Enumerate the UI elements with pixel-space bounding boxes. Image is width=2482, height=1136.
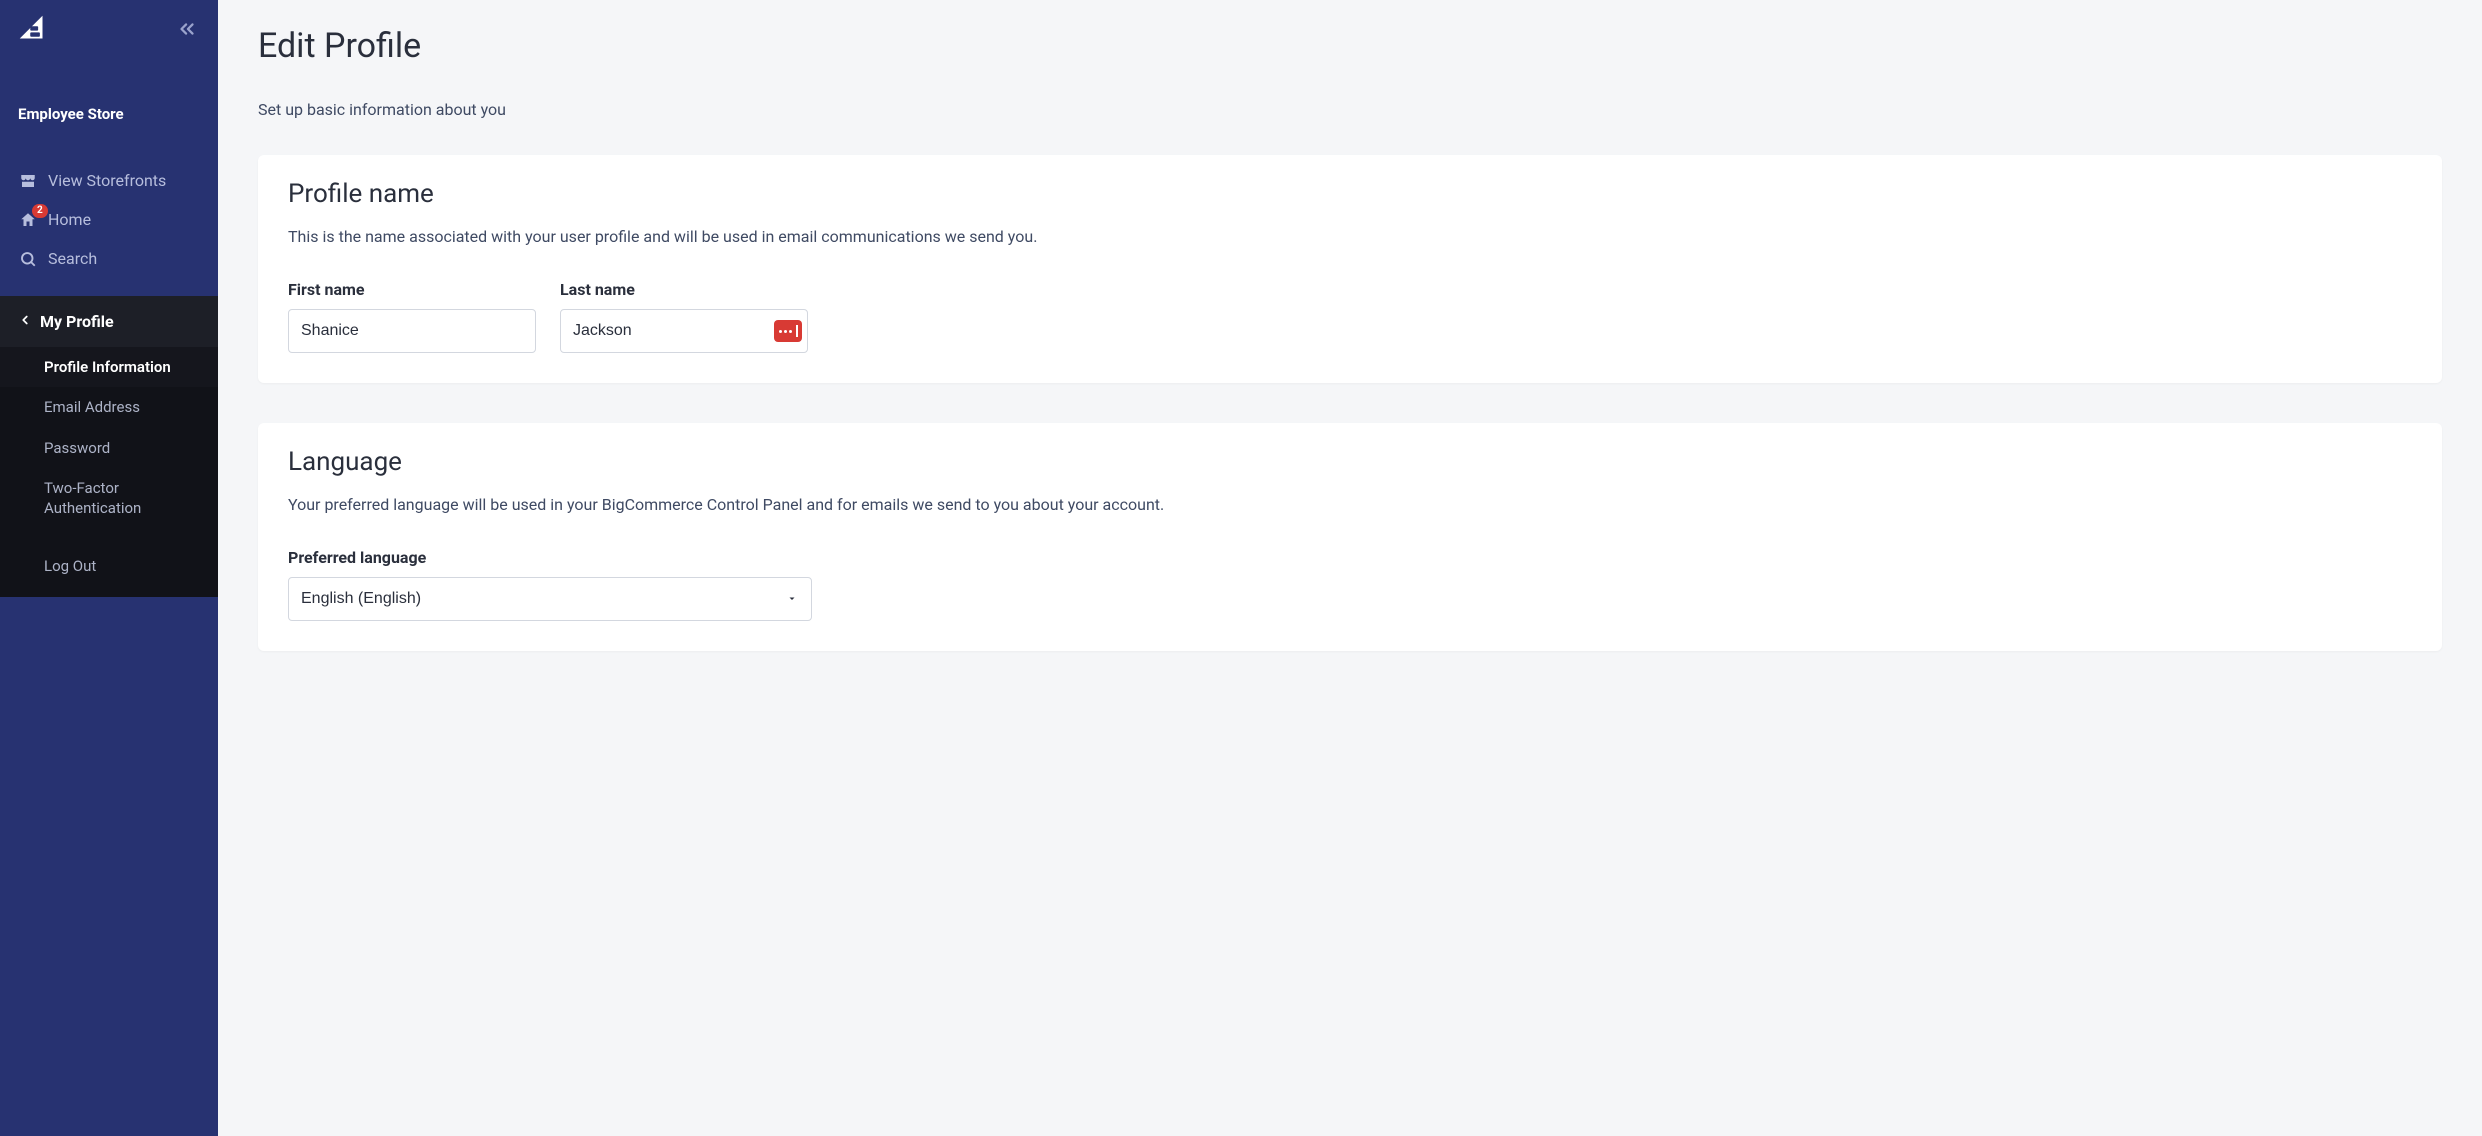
nav-label: View Storefronts [48,171,166,190]
nav-item-storefronts[interactable]: View Storefronts [0,161,218,200]
nav-label: Home [48,210,91,229]
subnav-item-logout[interactable]: Log Out [0,546,218,586]
subnav-item-password[interactable]: Password [0,428,218,468]
page-subtitle: Set up basic information about you [258,100,2442,119]
page-title: Edit Profile [258,26,2442,66]
first-name-label: First name [288,280,536,299]
last-name-input[interactable] [560,309,808,353]
subnav-label: Log Out [44,557,96,575]
nav-label: Search [48,249,97,268]
nav-section-profile: My Profile Profile Information Email Add… [0,296,218,597]
sidebar: Employee Store View Storefronts 2 Home S… [0,0,218,1136]
subnav-label: Profile Information [44,358,171,376]
nav-section-title: My Profile [40,312,114,331]
subnav-item-two-factor[interactable]: Two-Factor Authentication [0,468,218,529]
card-heading: Profile name [288,179,2412,209]
search-icon [18,250,38,268]
input-wrap [288,309,536,353]
first-name-input[interactable] [288,309,536,353]
form-field-last-name: Last name [560,280,808,353]
preferred-language-select[interactable]: English (English) [288,577,812,621]
card-language: Language Your preferred language will be… [258,423,2442,651]
card-heading: Language [288,447,2412,477]
subnav: Profile Information Email Address Passwo… [0,347,218,597]
form-field-language: Preferred language English (English) [288,548,2412,621]
preferred-language-label: Preferred language [288,548,2412,567]
storefront-icon [18,172,38,190]
nav-item-home[interactable]: 2 Home [0,200,218,239]
nav-section-header-myprofile[interactable]: My Profile [0,296,218,347]
form-field-first-name: First name [288,280,536,353]
card-description: This is the name associated with your us… [288,227,2412,246]
subnav-spacer [0,528,218,546]
store-name[interactable]: Employee Store [0,57,218,133]
select-wrap: English (English) [288,577,812,621]
select-value: English (English) [301,590,421,608]
logo-icon [18,14,46,46]
main-content: Edit Profile Set up basic information ab… [218,0,2482,1136]
collapse-sidebar-button[interactable] [172,14,202,47]
nav-primary: View Storefronts 2 Home Search [0,133,218,278]
input-wrap [560,309,808,353]
password-manager-icon[interactable] [774,320,802,342]
card-description: Your preferred language will be used in … [288,495,2412,514]
subnav-item-profile-information[interactable]: Profile Information [0,347,218,387]
last-name-label: Last name [560,280,808,299]
subnav-item-email-address[interactable]: Email Address [0,387,218,427]
form-row-names: First name Last name [288,280,2412,353]
subnav-label: Password [44,439,110,457]
chevron-left-icon [18,312,32,331]
subnav-label: Email Address [44,398,140,416]
subnav-label: Two-Factor Authentication [44,479,141,517]
sidebar-top [0,0,218,57]
home-badge: 2 [32,204,48,218]
card-profile-name: Profile name This is the name associated… [258,155,2442,383]
nav-item-search[interactable]: Search [0,239,218,278]
